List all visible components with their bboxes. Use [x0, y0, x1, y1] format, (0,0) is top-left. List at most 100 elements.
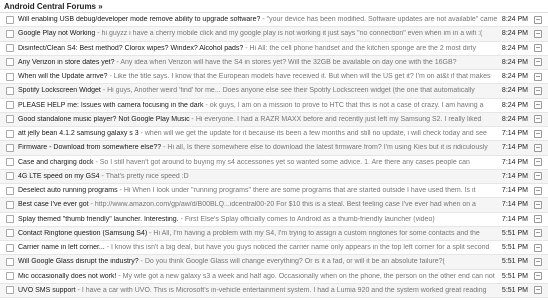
select-checkbox[interactable] — [6, 86, 14, 95]
select-checkbox[interactable] — [6, 186, 14, 195]
item-line[interactable]: Spotify Lockscreen Widget - Hi guys, Ano… — [18, 87, 498, 94]
item-title[interactable]: Splay themed "thumb friendly" launcher. … — [18, 216, 179, 223]
list-item[interactable]: Any Verizon in store dates yet? - Any id… — [0, 55, 548, 70]
item-title[interactable]: Google Play not Working — [18, 30, 95, 37]
item-line[interactable]: Disinfect/Clean S4: Best method? Clorox … — [18, 45, 498, 52]
item-line[interactable]: att jelly bean 4.1.2 samsung galaxy s 3 … — [18, 130, 498, 137]
item-line[interactable]: Mic occasionally does not work! - My wif… — [18, 273, 498, 280]
select-checkbox[interactable] — [6, 272, 14, 281]
list-item[interactable]: Mic occasionally does not work! - My wif… — [0, 269, 548, 284]
open-item-icon[interactable] — [534, 29, 542, 38]
open-item-icon[interactable] — [534, 86, 542, 95]
item-line[interactable]: When will the Update arrive? - Like the … — [18, 73, 498, 80]
list-item[interactable]: Will enabling USB debug/developer mode r… — [0, 13, 548, 28]
item-title[interactable]: att jelly bean 4.1.2 samsung galaxy s 3 — [18, 130, 139, 137]
item-title[interactable]: Disinfect/Clean S4: Best method? Clorox … — [18, 45, 243, 52]
list-item[interactable]: Google Play not Working - hi guyzz i hav… — [0, 27, 548, 42]
list-item[interactable]: UVO SMS support - I have a car with UVO.… — [0, 283, 548, 298]
select-checkbox[interactable] — [6, 143, 14, 152]
item-title[interactable]: Spotify Lockscreen Widget — [18, 87, 101, 94]
select-checkbox[interactable] — [6, 172, 14, 181]
list-item[interactable]: Best case I've ever got - http://www.ama… — [0, 198, 548, 213]
select-checkbox[interactable] — [6, 286, 14, 295]
feed-title[interactable]: Android Central Forums » — [4, 2, 103, 11]
open-item-icon[interactable] — [534, 172, 542, 181]
item-title[interactable]: PLEASE HELP me: Issues with camera focus… — [18, 102, 203, 109]
item-title[interactable]: Deselect auto running programs — [18, 187, 118, 194]
open-item-icon[interactable] — [534, 72, 542, 81]
list-item[interactable]: Splay themed "thumb friendly" launcher. … — [0, 212, 548, 227]
list-item[interactable]: Carrier name in left corner... - I know … — [0, 241, 548, 256]
item-line[interactable]: Will Google Glass disrupt the industry? … — [18, 258, 498, 265]
item-title[interactable]: Contact Ringtone question (Samsung S4) — [18, 230, 147, 237]
item-line[interactable]: PLEASE HELP me: Issues with camera focus… — [18, 102, 498, 109]
item-line[interactable]: Firmware - Download from somewhere else?… — [18, 144, 498, 151]
select-checkbox[interactable] — [6, 72, 14, 81]
list-item[interactable]: Firmware - Download from somewhere else?… — [0, 141, 548, 156]
item-line[interactable]: Will enabling USB debug/developer mode r… — [18, 16, 498, 23]
item-line[interactable]: Case and charging dock - So I still have… — [18, 159, 498, 166]
select-checkbox[interactable] — [6, 29, 14, 38]
list-item[interactable]: Good standalone music player? Not Google… — [0, 112, 548, 127]
select-checkbox[interactable] — [6, 58, 14, 67]
select-checkbox[interactable] — [6, 215, 14, 224]
item-title[interactable]: Good standalone music player? Not Google… — [18, 116, 190, 123]
feed-header[interactable]: Android Central Forums » — [0, 0, 548, 13]
open-item-icon[interactable] — [534, 243, 542, 252]
open-item-icon[interactable] — [534, 215, 542, 224]
list-item[interactable]: Case and charging dock - So I still have… — [0, 155, 548, 170]
item-title[interactable]: Any Verizon in store dates yet? — [18, 59, 115, 66]
select-checkbox[interactable] — [6, 101, 14, 110]
list-item[interactable]: Spotify Lockscreen Widget - Hi guys, Ano… — [0, 84, 548, 99]
open-item-icon[interactable] — [534, 200, 542, 209]
item-line[interactable]: Carrier name in left corner... - I know … — [18, 244, 498, 251]
select-checkbox[interactable] — [6, 158, 14, 167]
list-item[interactable]: Disinfect/Clean S4: Best method? Clorox … — [0, 41, 548, 56]
item-line[interactable]: Good standalone music player? Not Google… — [18, 116, 498, 123]
item-title[interactable]: When will the Update arrive? — [18, 73, 108, 80]
list-item[interactable]: When will the Update arrive? - Like the … — [0, 70, 548, 85]
open-item-icon[interactable] — [534, 129, 542, 138]
open-item-icon[interactable] — [534, 257, 542, 266]
item-title[interactable]: Will enabling USB debug/developer mode r… — [18, 16, 260, 23]
select-checkbox[interactable] — [6, 44, 14, 53]
item-line[interactable]: Any Verizon in store dates yet? - Any id… — [18, 59, 498, 66]
item-title[interactable]: Case and charging dock — [18, 159, 94, 166]
item-line[interactable]: Deselect auto running programs - Hi When… — [18, 187, 498, 194]
open-item-icon[interactable] — [534, 15, 542, 24]
open-item-icon[interactable] — [534, 58, 542, 67]
open-item-icon[interactable] — [534, 143, 542, 152]
select-checkbox[interactable] — [6, 200, 14, 209]
item-line[interactable]: Splay themed "thumb friendly" launcher. … — [18, 216, 498, 223]
item-line[interactable]: Best case I've ever got - http://www.ama… — [18, 201, 498, 208]
item-title[interactable]: Best case I've ever got — [18, 201, 89, 208]
select-checkbox[interactable] — [6, 257, 14, 266]
item-line[interactable]: 4G LTE speed on my GS4 - That's pretty n… — [18, 173, 498, 180]
open-item-icon[interactable] — [534, 186, 542, 195]
list-item[interactable]: Deselect auto running programs - Hi When… — [0, 184, 548, 199]
list-item[interactable]: 4G LTE speed on my GS4 - That's pretty n… — [0, 169, 548, 184]
open-item-icon[interactable] — [534, 286, 542, 295]
item-title[interactable]: Mic occasionally does not work! — [18, 273, 116, 280]
item-line[interactable]: Google Play not Working - hi guyzz i hav… — [18, 30, 498, 37]
open-item-icon[interactable] — [534, 44, 542, 53]
select-checkbox[interactable] — [6, 115, 14, 124]
item-line[interactable]: UVO SMS support - I have a car with UVO.… — [18, 287, 498, 294]
select-checkbox[interactable] — [6, 15, 14, 24]
item-title[interactable]: Carrier name in left corner... — [18, 244, 105, 251]
item-title[interactable]: Firmware - Download from somewhere else?… — [18, 144, 161, 151]
list-item[interactable]: att jelly bean 4.1.2 samsung galaxy s 3 … — [0, 127, 548, 142]
select-checkbox[interactable] — [6, 243, 14, 252]
open-item-icon[interactable] — [534, 115, 542, 124]
select-checkbox[interactable] — [6, 129, 14, 138]
open-item-icon[interactable] — [534, 101, 542, 110]
open-item-icon[interactable] — [534, 229, 542, 238]
item-title[interactable]: UVO SMS support — [18, 287, 76, 294]
select-checkbox[interactable] — [6, 229, 14, 238]
open-item-icon[interactable] — [534, 158, 542, 167]
list-item[interactable]: PLEASE HELP me: Issues with camera focus… — [0, 98, 548, 113]
item-title[interactable]: 4G LTE speed on my GS4 — [18, 173, 100, 180]
list-item[interactable]: Will Google Glass disrupt the industry? … — [0, 255, 548, 270]
list-item[interactable]: Contact Ringtone question (Samsung S4) -… — [0, 226, 548, 241]
item-line[interactable]: Contact Ringtone question (Samsung S4) -… — [18, 230, 498, 237]
